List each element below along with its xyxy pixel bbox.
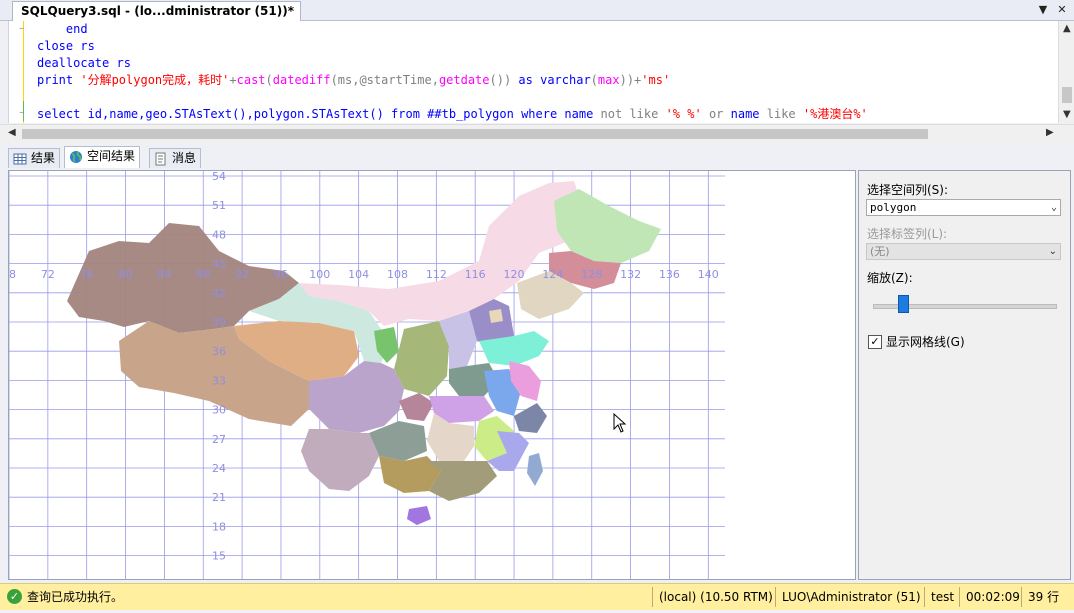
divider <box>1021 587 1022 607</box>
y-tick-label: 30 <box>212 404 226 417</box>
label-column-select[interactable]: (无) ⌄ <box>866 243 1061 260</box>
show-grid-label[interactable]: 显示网格线(G) <box>886 333 965 350</box>
sql-editor[interactable]: – – end close rs deallocate rs print '分解pol… <box>8 21 1059 123</box>
y-tick-label: 42 <box>212 287 226 300</box>
status-message: 查询已成功执行。 <box>27 590 124 604</box>
fold-marker[interactable]: – <box>19 107 24 118</box>
x-tick-label: 84 <box>157 268 171 281</box>
scroll-right-icon[interactable]: ▶ <box>1046 127 1054 138</box>
y-tick-label: 15 <box>212 550 226 563</box>
tab-spatial-results[interactable]: 空间结果 <box>64 146 141 168</box>
x-tick-label: 112 <box>426 268 447 281</box>
spatial-options-panel: 选择空间列(S): polygon ⌄ 选择标签列(L): (无) ⌄ 缩放(Z… <box>858 170 1071 580</box>
code-line[interactable]: select id,name,geo.STAsText(),polygon.ST… <box>37 106 868 123</box>
y-tick-label: 51 <box>212 199 226 212</box>
divider <box>924 587 925 607</box>
globe-icon <box>70 150 82 163</box>
document-tab-bar: SQLQuery3.sql - (lo...dministrator (51))… <box>0 0 1074 21</box>
mouse-cursor-icon <box>613 413 627 433</box>
x-tick-label: 116 <box>465 268 486 281</box>
region-chongqing <box>399 393 434 421</box>
x-tick-label: 92 <box>235 268 249 281</box>
y-tick-label: 54 <box>212 171 226 183</box>
y-tick-label: 24 <box>212 462 226 475</box>
row-count: 39 行 <box>1028 590 1060 604</box>
fold-marker[interactable]: – <box>19 23 24 34</box>
tab-results[interactable]: 结果 <box>8 148 61 168</box>
y-tick-label: 48 <box>212 228 226 241</box>
y-tick-label: 18 <box>212 520 226 533</box>
y-tick-label: 39 <box>212 316 226 329</box>
divider <box>959 587 960 607</box>
y-tick-label: 27 <box>212 433 226 446</box>
document-tab[interactable]: SQLQuery3.sql - (lo...dministrator (51))… <box>12 1 301 21</box>
region-yunnan <box>301 429 379 491</box>
x-tick-label: 108 <box>387 268 408 281</box>
x-tick-label: 80 <box>119 268 133 281</box>
server-status: (local) (10.50 RTM) <box>659 590 773 604</box>
scroll-thumb[interactable] <box>1062 87 1072 103</box>
tab-dropdown-icon[interactable]: ▼ <box>1036 2 1050 18</box>
tab-messages[interactable]: 消息 <box>149 148 202 168</box>
x-tick-label: 68 <box>9 268 16 281</box>
user-status: LUO\Administrator (51) <box>782 590 921 604</box>
y-tick-label: 36 <box>212 345 226 358</box>
code-line[interactable]: close rs <box>37 38 95 55</box>
x-tick-label: 100 <box>309 268 330 281</box>
y-tick-label: 21 <box>212 491 226 504</box>
region-hainan <box>407 506 431 525</box>
x-tick-label: 124 <box>542 268 563 281</box>
code-line[interactable]: end <box>37 21 88 38</box>
region-xinjiang <box>67 223 299 333</box>
x-tick-label: 140 <box>698 268 719 281</box>
success-icon: ✓ <box>7 589 22 604</box>
divider <box>775 587 776 607</box>
region-zhejiang <box>514 403 547 433</box>
editor-horizontal-scrollbar[interactable]: ◀ ▶ <box>0 124 1074 143</box>
region-guangdong <box>427 461 497 501</box>
spatial-map-viewer[interactable]: 68 72 76 80 84 88 92 96 100 104 108 112 116 120 124 128… <box>8 170 856 580</box>
x-tick-label: 128 <box>581 268 602 281</box>
elapsed-time: 00:02:09 <box>966 590 1020 604</box>
region-taiwan <box>527 453 543 486</box>
x-tick-label: 104 <box>348 268 369 281</box>
scroll-thumb[interactable] <box>22 129 928 139</box>
label-column-label: 选择标签列(L): <box>867 227 948 241</box>
x-tick-label: 72 <box>41 268 55 281</box>
chevron-down-icon: ⌄ <box>1050 202 1057 213</box>
grid-icon <box>13 153 27 164</box>
x-tick-label: 76 <box>80 268 94 281</box>
region-beijing <box>489 309 503 323</box>
x-tick-label: 132 <box>620 268 641 281</box>
province-polygons <box>67 181 661 525</box>
x-tick-label: 88 <box>196 268 210 281</box>
show-grid-checkbox[interactable]: ✓ <box>868 335 882 349</box>
status-bar: ✓ 查询已成功执行。 (local) (10.50 RTM) LUO\Admin… <box>0 583 1074 610</box>
zoom-label: 缩放(Z): <box>867 271 913 285</box>
map-canvas[interactable]: 68 72 76 80 84 88 92 96 100 104 108 112 116 120 124 128… <box>9 171 855 579</box>
database-status: test <box>931 590 955 604</box>
result-tabs: 结果 空间结果 消息 <box>0 146 1074 168</box>
zoom-slider-thumb[interactable] <box>898 295 910 313</box>
code-line[interactable]: print '分解polygon完成，耗时'+cast(datediff(ms,… <box>37 72 670 89</box>
divider <box>652 587 653 607</box>
x-tick-label: 136 <box>659 268 680 281</box>
y-tick-label: 33 <box>212 374 226 387</box>
scroll-left-icon[interactable]: ◀ <box>8 127 16 138</box>
x-tick-label: 96 <box>274 268 288 281</box>
messages-icon <box>155 152 166 165</box>
spatial-column-select[interactable]: polygon ⌄ <box>866 199 1061 216</box>
region-shaanxi <box>394 321 449 396</box>
tab-close-icon[interactable]: ✕ <box>1055 2 1069 18</box>
chevron-down-icon: ⌄ <box>1048 246 1057 257</box>
x-tick-label: 120 <box>504 268 525 281</box>
editor-vertical-scrollbar[interactable]: ▲ ▼ <box>1058 21 1074 123</box>
spatial-column-label: 选择空间列(S): <box>867 183 949 197</box>
y-tick-label: 45 <box>212 258 226 271</box>
code-line[interactable]: deallocate rs <box>37 55 131 72</box>
